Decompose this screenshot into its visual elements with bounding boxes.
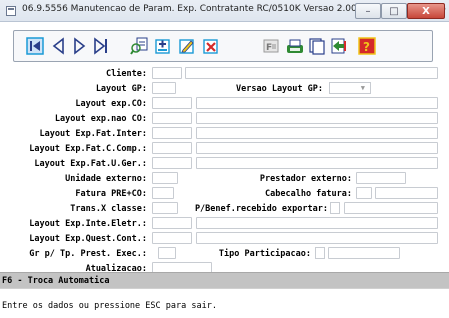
query-button[interactable] [129,36,149,56]
include-button[interactable] [153,36,173,56]
unidade-externo-label: Unidade externo: [65,174,147,184]
spool-icon [287,39,303,53]
layout-exp-fat-c-comp-code-field[interactable] [152,142,192,154]
last-record-icon [94,37,107,55]
close-button[interactable]: X [407,3,445,19]
layout-exp-fat-u-ger-code-field[interactable] [152,157,192,169]
layout-exp-inte-eletr-label: Layout Exp.Inte.Eletr.: [29,219,147,229]
minimize-icon: – [365,6,371,17]
cabecalho-fatura-code-field[interactable] [356,187,372,199]
layout-exp-fat-u-ger-label: Layout Exp.Fat.U.Ger.: [34,159,147,169]
unidade-externo-field[interactable] [152,172,178,184]
fatura-pre-co-label: Fatura PRE+CO: [75,189,147,199]
status-bar: Entre os dados ou pressione ESC para sai… [0,288,449,318]
change-icon [179,39,194,54]
exit-button[interactable] [329,36,349,56]
function-key-bar: F6 - Troca Automatica [0,272,449,288]
layout-exp-inte-eletr-desc-field[interactable] [196,217,438,229]
parameters-form: Cliente: Layout GP: Versao Layout GP: ▼ … [0,64,449,274]
first-record-button[interactable] [25,36,45,56]
cliente-code-field[interactable] [152,67,182,79]
query-icon [130,37,148,55]
fatura-pre-co-field[interactable] [152,187,174,199]
include-icon [155,39,170,54]
f6-troca-automatica[interactable]: F6 - Troca Automatica [2,276,109,286]
layout-gp-label: Layout GP: [95,84,147,94]
cliente-label: Cliente: [106,69,147,79]
first-record-icon [26,37,44,55]
cliente-name-field[interactable] [185,67,438,79]
p-benef-recebido-exportar-desc-field[interactable] [344,202,438,214]
tipo-participacao-desc-field[interactable] [328,247,400,259]
maximize-icon: □ [389,6,399,17]
copy-button[interactable] [307,36,327,56]
layout-exp-fat-inter-label: Layout Exp.Fat.Inter: [39,129,147,139]
layout-exp-co-label: Layout exp.CO: [75,99,147,109]
tipo-participacao-label: Tipo Participacao: [218,249,311,259]
maximize-button[interactable]: □ [381,3,407,19]
next-record-icon [74,37,86,55]
gr-tp-prest-exec-field[interactable] [158,247,176,259]
layout-exp-fat-c-comp-label: Layout Exp.Fat.C.Comp.: [29,144,147,154]
svg-text:F: F [266,43,272,53]
layout-exp-co-desc-field[interactable] [196,97,438,109]
delete-icon [203,39,218,54]
versao-layout-gp-select[interactable]: ▼ [329,82,371,94]
gr-tp-prest-exec-label: Gr p/ Tp. Prest. Exec.: [29,249,147,259]
layout-exp-fat-inter-desc-field[interactable] [196,127,438,139]
prestador-externo-field[interactable] [356,172,406,184]
p-benef-recebido-exportar-checkbox[interactable] [330,202,340,214]
app-icon [6,6,16,16]
print-button[interactable]: F [261,36,281,56]
p-benef-recebido-exportar-label: P/Benef.recebido exportar: [194,204,328,214]
last-record-button[interactable] [91,36,111,56]
previous-record-button[interactable] [49,36,69,56]
cabecalho-fatura-desc-field[interactable] [375,187,438,199]
minimize-button[interactable]: – [355,3,381,19]
spool-button[interactable] [285,36,305,56]
versao-layout-gp-label: Versao Layout GP: [236,84,323,94]
close-icon: X [422,6,430,17]
svg-text:?: ? [363,40,370,54]
help-icon: ? [358,37,376,55]
previous-record-icon [52,37,64,55]
help-button[interactable]: ? [357,36,377,56]
layout-exp-nao-co-label: Layout exp.nao CO: [54,114,147,124]
chevron-down-icon: ▼ [360,84,365,92]
toolbar: F ? [13,30,433,62]
layout-exp-quest-cont-desc-field[interactable] [196,232,438,244]
cabecalho-fatura-label: Cabecalho fatura: [265,189,352,199]
trans-x-classe-field[interactable] [152,202,178,214]
layout-exp-fat-inter-code-field[interactable] [152,127,192,139]
change-button[interactable] [177,36,197,56]
exit-icon [331,38,346,54]
trans-x-classe-label: Trans.X classe: [70,204,147,214]
copy-icon [309,38,325,55]
print-icon: F [263,39,279,53]
layout-exp-nao-co-desc-field[interactable] [196,112,438,124]
prestador-externo-label: Prestador externo: [259,174,352,184]
layout-exp-fat-u-ger-desc-field[interactable] [196,157,438,169]
delete-button[interactable] [201,36,221,56]
layout-gp-field[interactable] [152,82,176,94]
layout-exp-quest-cont-label: Layout Exp.Quest.Cont.: [29,234,147,244]
tipo-participacao-code-field[interactable] [315,247,325,259]
layout-exp-co-code-field[interactable] [152,97,192,109]
layout-exp-inte-eletr-code-field[interactable] [152,217,192,229]
status-message: Entre os dados ou pressione ESC para sai… [2,301,217,311]
layout-exp-fat-c-comp-desc-field[interactable] [196,142,438,154]
layout-exp-quest-cont-code-field[interactable] [152,232,192,244]
next-record-button[interactable] [69,36,89,56]
window-title-bar: 06.9.5556 Manutencao de Param. Exp. Cont… [0,0,449,22]
layout-exp-nao-co-code-field[interactable] [152,112,192,124]
